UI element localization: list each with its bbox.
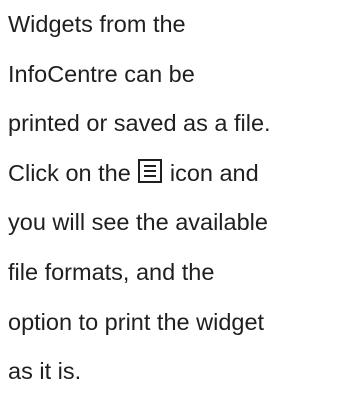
menu-icon-bar-bottom: [144, 174, 157, 178]
help-text-line-2: InfoCentre can be: [8, 60, 195, 87]
help-text-line-3: printed or saved as a file.: [8, 110, 271, 137]
hamburger-menu-icon: [138, 158, 163, 183]
help-text-line-7: option to print the widget: [8, 308, 265, 335]
help-text-line-4: Click on the icon and: [8, 149, 338, 199]
help-text-line-4-start: Click on the: [8, 159, 138, 186]
menu-icon-bar-middle: [144, 169, 157, 173]
menu-icon-bar-top: [144, 164, 157, 168]
help-text-line-8: as it is.: [8, 358, 82, 385]
help-text: Widgets from the InfoCentre can be print…: [8, 0, 338, 397]
help-text-line-4-end: icon and: [163, 159, 259, 186]
help-text-line-6: file formats, and the: [8, 258, 215, 285]
help-text-line-1: Widgets from the: [8, 11, 186, 37]
help-text-line-5: you will see the available: [8, 209, 268, 236]
